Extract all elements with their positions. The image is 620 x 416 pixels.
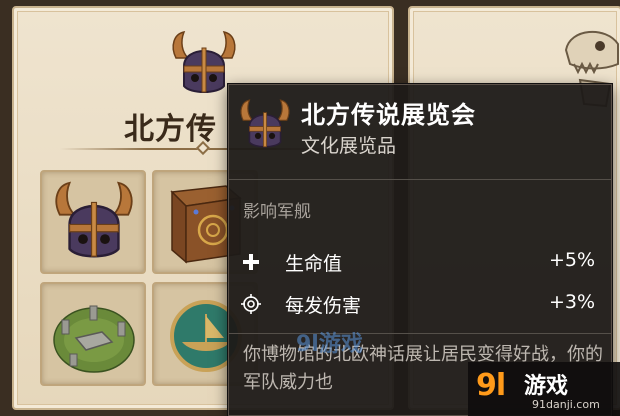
watermark-url: 91danji.com (532, 398, 600, 411)
exhibit-slot-stone-circle[interactable] (40, 282, 146, 386)
stat-value: +3% (548, 291, 595, 313)
stat-label: 生命值 (285, 253, 343, 275)
tooltip-divider (229, 333, 611, 334)
tooltip-section-label: 影响军舰 (243, 202, 311, 222)
viking-helmet-icon (240, 99, 290, 148)
viking-helmet-icon (55, 181, 133, 258)
watermark-ghost-text: 9l游戏 (296, 332, 363, 357)
exhibit-slot-helmet[interactable] (40, 170, 146, 274)
tooltip-title: 北方传说展览会 (301, 101, 476, 129)
stone-circle-icon (53, 305, 135, 373)
site-watermark: 9l 游戏 91danji.com (468, 362, 620, 416)
plus-icon (243, 254, 259, 270)
watermark-name: 游戏 (524, 374, 569, 399)
stat-row-health: 生命值 +5% (241, 247, 601, 277)
tooltip-subtitle: 文化展览品 (301, 135, 397, 157)
stat-value: +5% (548, 249, 595, 271)
stat-row-damage: 每发伤害 +3% (241, 289, 601, 319)
watermark-logo: 9l (476, 368, 506, 403)
tooltip-divider (229, 179, 611, 180)
crosshair-icon (241, 294, 261, 314)
stat-label: 每发伤害 (285, 295, 362, 317)
